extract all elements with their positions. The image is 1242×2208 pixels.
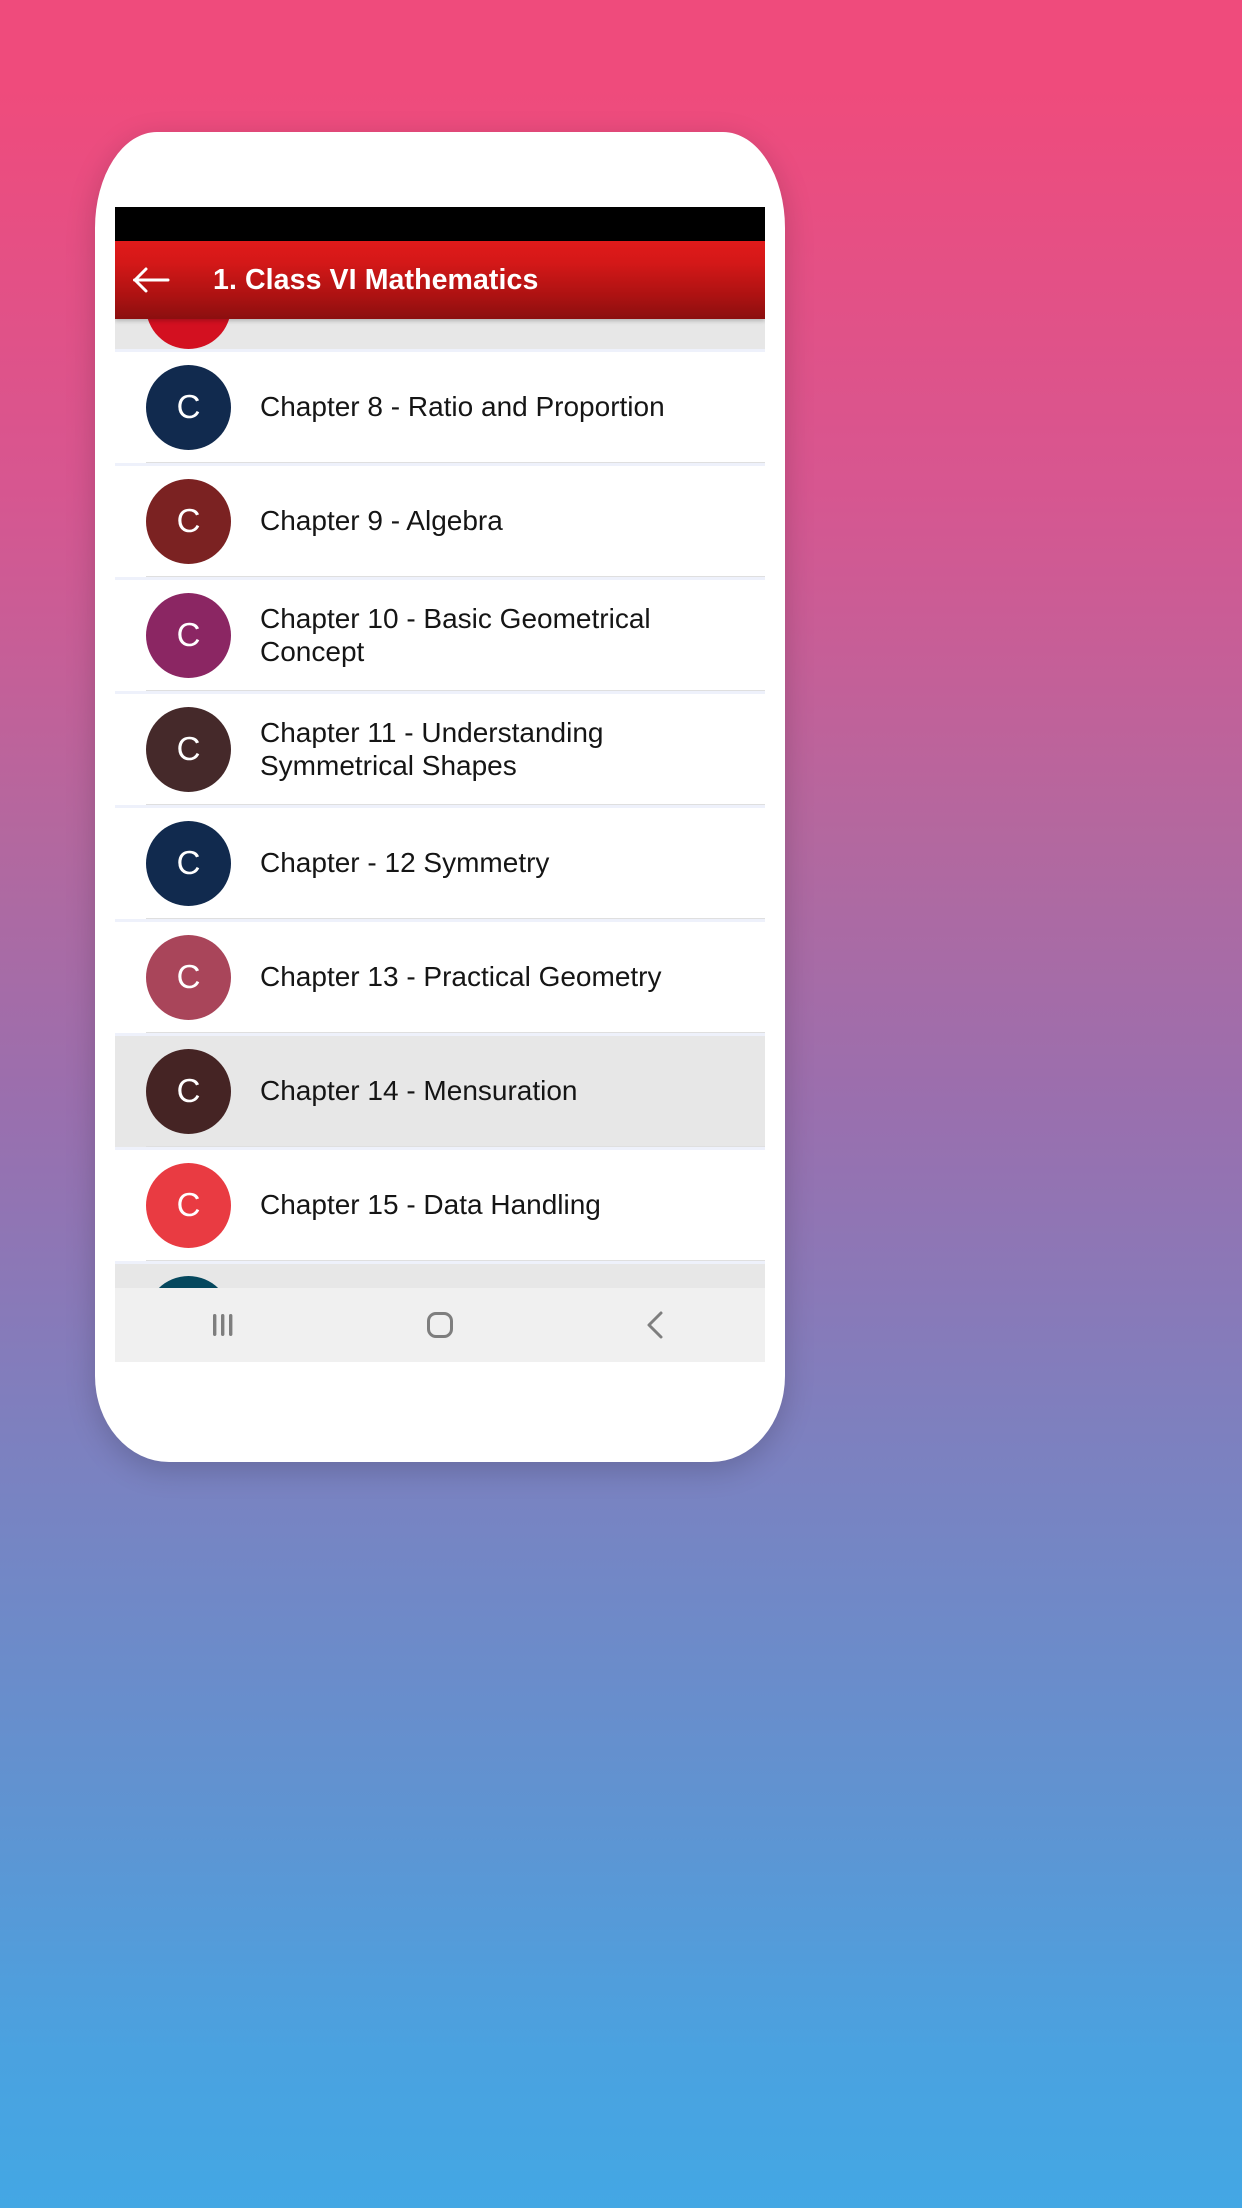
list-item-inner: C Chapter 8 - Ratio and Proportion bbox=[146, 352, 765, 463]
page-title: 1. Class VI Mathematics bbox=[213, 263, 539, 296]
list-item[interactable]: C Chapter 8 - Ratio and Proportion bbox=[115, 352, 765, 466]
list-item-label: Chapter 10 - Basic Geometrical Concept bbox=[260, 602, 651, 667]
avatar: C bbox=[146, 1048, 231, 1134]
avatar: C bbox=[146, 1276, 231, 1288]
avatar: C bbox=[146, 820, 231, 906]
list-item-partial-bottom[interactable]: C bbox=[115, 1264, 765, 1288]
avatar: C bbox=[146, 592, 231, 678]
system-nav-bar bbox=[115, 1288, 765, 1362]
list-item-partial-top[interactable]: C bbox=[115, 319, 765, 349]
nav-home-button[interactable] bbox=[365, 1288, 515, 1362]
phone-screen: 1. Class VI Mathematics C C Chapter 8 - R… bbox=[115, 207, 765, 1362]
list-item-inner: C Chapter 9 - Algebra bbox=[146, 466, 765, 577]
list-item-label: Chapter 11 - Understanding Symmetrical S… bbox=[260, 716, 604, 781]
list-item-label: Chapter 9 - Algebra bbox=[260, 505, 503, 537]
list-item-inner: C Chapter 11 - Understanding Symmetrical … bbox=[146, 694, 765, 805]
avatar: C bbox=[146, 706, 231, 792]
status-bar bbox=[115, 207, 765, 241]
list-item-label: Chapter 14 - Mensuration bbox=[260, 1075, 578, 1107]
list-item-inner: C Chapter 13 - Practical Geometry bbox=[146, 922, 765, 1033]
list-item[interactable]: C Chapter - 12 Symmetry bbox=[115, 808, 765, 922]
list-item[interactable]: C Chapter 10 - Basic Geometrical Concept bbox=[115, 580, 765, 694]
list-item[interactable]: C Chapter 9 - Algebra bbox=[115, 466, 765, 580]
home-icon bbox=[422, 1308, 458, 1342]
avatar: C bbox=[146, 934, 231, 1020]
avatar: C bbox=[146, 364, 231, 450]
list-item-inner: C Chapter - 12 Symmetry bbox=[146, 808, 765, 919]
nav-back-button[interactable] bbox=[582, 1288, 732, 1362]
list-item-label: Chapter 15 - Data Handling bbox=[260, 1189, 601, 1221]
list-rows: C Chapter 8 - Ratio and Proportion C Chapte… bbox=[115, 352, 765, 1264]
list-item[interactable]: C Chapter 14 - Mensuration bbox=[115, 1036, 765, 1150]
chapter-list[interactable]: C C Chapter 8 - Ratio and Proportion C Chap… bbox=[115, 319, 765, 1288]
list-item-inner: C Chapter 15 - Data Handling bbox=[146, 1150, 765, 1261]
avatar: C bbox=[146, 319, 231, 349]
list-item[interactable]: C Chapter 13 - Practical Geometry bbox=[115, 922, 765, 1036]
avatar: C bbox=[146, 1162, 231, 1248]
list-item[interactable]: C Chapter 15 - Data Handling bbox=[115, 1150, 765, 1264]
nav-recents-button[interactable] bbox=[148, 1288, 298, 1362]
phone-frame: 1. Class VI Mathematics C C Chapter 8 - R… bbox=[95, 132, 785, 1462]
arrow-left-icon bbox=[132, 265, 172, 295]
recents-icon bbox=[205, 1308, 241, 1342]
back-button[interactable] bbox=[115, 241, 189, 319]
list-item-label: Chapter 13 - Practical Geometry bbox=[260, 961, 662, 993]
app-header: 1. Class VI Mathematics bbox=[115, 241, 765, 319]
avatar: C bbox=[146, 478, 231, 564]
list-item-inner: C Chapter 14 - Mensuration bbox=[146, 1036, 765, 1147]
list-item-label: Chapter 8 - Ratio and Proportion bbox=[260, 391, 665, 423]
back-chevron-icon bbox=[639, 1308, 675, 1342]
list-item[interactable]: C Chapter 11 - Understanding Symmetrical … bbox=[115, 694, 765, 808]
list-item-inner: C Chapter 10 - Basic Geometrical Concept bbox=[146, 580, 765, 691]
list-item-label: Chapter - 12 Symmetry bbox=[260, 847, 550, 879]
